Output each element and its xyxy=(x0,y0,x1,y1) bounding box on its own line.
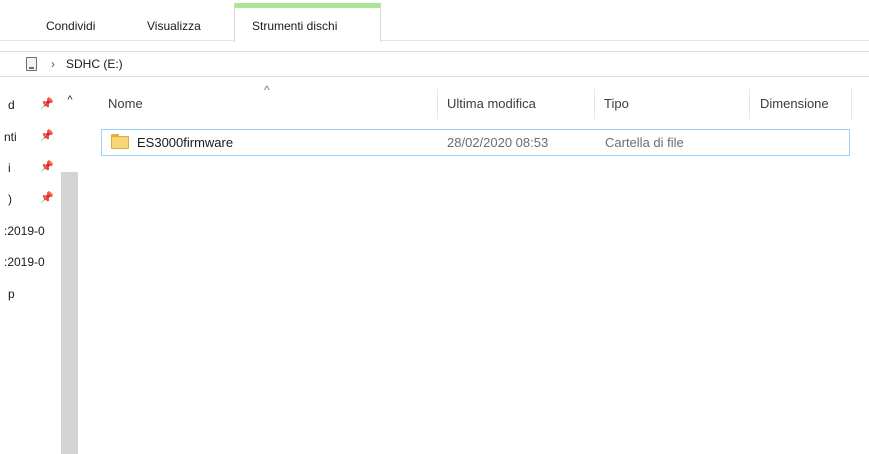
tab-strumenti-dischi-label: Strumenti dischi xyxy=(252,19,338,33)
column-modified[interactable]: Ultima modifica xyxy=(447,96,536,111)
nav-item-label: ) xyxy=(8,192,12,206)
column-name[interactable]: Nome xyxy=(108,96,143,111)
nav-scrollbar[interactable] xyxy=(61,172,78,454)
folder-icon xyxy=(111,134,129,149)
column-divider[interactable] xyxy=(749,89,750,119)
file-modified: 28/02/2020 08:53 xyxy=(447,135,549,150)
file-type: Cartella di file xyxy=(605,135,684,150)
address-bar[interactable]: › SDHC (E:) xyxy=(0,51,869,77)
drive-icon xyxy=(26,57,37,71)
pin-icon[interactable]: 📌 xyxy=(40,129,54,142)
nav-scroll-up-button[interactable]: ^ xyxy=(62,92,78,108)
breadcrumb-location[interactable]: SDHC (E:) xyxy=(66,57,123,71)
file-row[interactable]: ES3000firmware 28/02/2020 08:53 Cartella… xyxy=(101,129,850,156)
nav-item[interactable]: :2019-0 xyxy=(0,252,60,272)
pin-icon[interactable]: 📌 xyxy=(40,160,54,173)
column-header: ^ Nome Ultima modifica Tipo Dimensione xyxy=(98,83,869,119)
nav-item[interactable]: d 📌 xyxy=(0,95,60,115)
nav-item-label: d xyxy=(8,98,15,112)
ribbon: Condividi Visualizza Strumenti dischi xyxy=(0,0,869,42)
pin-icon[interactable]: 📌 xyxy=(40,191,54,204)
nav-item-label: nti xyxy=(4,130,17,144)
tab-condividi[interactable]: Condividi xyxy=(46,19,95,33)
nav-item-label: i xyxy=(8,161,11,175)
nav-item[interactable]: :2019-0 xyxy=(0,221,60,241)
column-size[interactable]: Dimensione xyxy=(760,96,829,111)
pin-icon[interactable]: 📌 xyxy=(40,97,54,110)
column-type[interactable]: Tipo xyxy=(604,96,629,111)
nav-item[interactable]: i 📌 xyxy=(0,158,60,178)
sort-ascending-icon: ^ xyxy=(264,83,270,97)
tab-strumenti-dischi[interactable]: Strumenti dischi xyxy=(234,3,381,42)
column-divider[interactable] xyxy=(437,89,438,119)
nav-item-label: :2019-0 xyxy=(4,224,45,238)
nav-item[interactable]: ) 📌 xyxy=(0,189,60,209)
tab-visualizza[interactable]: Visualizza xyxy=(147,19,201,33)
nav-item[interactable]: p xyxy=(0,284,60,304)
nav-item-label: p xyxy=(8,287,15,301)
breadcrumb-chevron-icon[interactable]: › xyxy=(51,57,55,71)
column-divider[interactable] xyxy=(851,89,852,119)
file-name: ES3000firmware xyxy=(137,135,234,150)
nav-item[interactable]: nti 📌 xyxy=(0,127,60,147)
column-divider[interactable] xyxy=(594,89,595,119)
nav-item-label: :2019-0 xyxy=(4,255,45,269)
